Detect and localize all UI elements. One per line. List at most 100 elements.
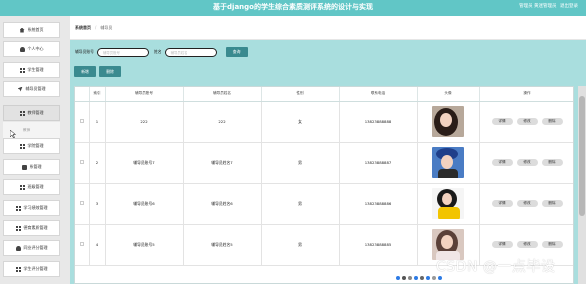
- detail-button[interactable]: 详情: [491, 241, 513, 248]
- cell-index: 1: [89, 101, 106, 143]
- top-header: 基于django的学生综合素质测评系统的设计与实现 管理员 黄迷管理员 退出登录: [0, 0, 586, 16]
- table-row: 3 辅导员账号6 辅导员姓名6 男 13823888886 详情 修改 删除: [75, 183, 573, 225]
- apps-icon[interactable]: [438, 276, 442, 280]
- cell-name: 辅导员姓名5: [183, 224, 262, 266]
- sidebar-item-home[interactable]: 系统首页: [3, 22, 60, 38]
- watermark: CSDN @一点毕设: [436, 259, 556, 275]
- name-input[interactable]: 辅导员姓名: [164, 47, 217, 57]
- grid-icon[interactable]: [426, 276, 430, 280]
- shirt-icon[interactable]: [432, 276, 436, 280]
- sidebar-item-counselors[interactable]: 辅导员管理: [3, 81, 60, 97]
- header-gender: 性别: [261, 87, 340, 102]
- sidebar-item-departments[interactable]: 系管理: [3, 159, 60, 175]
- account-input[interactable]: 辅导员账号: [96, 47, 149, 57]
- sidebar-item-moral-quality[interactable]: 德育素质管理: [3, 220, 60, 236]
- breadcrumb-separator: /: [95, 25, 97, 30]
- row-checkbox[interactable]: [75, 142, 90, 184]
- avatar: [432, 106, 464, 137]
- sidebar-item-classes[interactable]: 班级管理: [3, 179, 60, 195]
- cell-account: 辅导员账号7: [105, 142, 184, 184]
- breadcrumb-home[interactable]: 系统首页: [75, 25, 91, 31]
- person-icon: [19, 46, 25, 52]
- app-title: 基于django的学生综合素质测评系统的设计与实现: [213, 3, 373, 11]
- sidebar-item-label: 教师管理: [27, 110, 44, 115]
- cell-gender: 男: [261, 183, 340, 225]
- delete-button[interactable]: 删除: [541, 118, 563, 125]
- row-checkbox[interactable]: [75, 224, 90, 266]
- edit-button[interactable]: 修改: [516, 200, 538, 207]
- cell-phone: 13823888888: [339, 101, 418, 143]
- sidebar-item-label: 个人中心: [27, 46, 44, 51]
- detail-button[interactable]: 详情: [491, 159, 513, 166]
- sidebar-item-peer-rating[interactable]: 同业评分管理: [3, 240, 60, 256]
- grid-icon: [15, 205, 21, 211]
- sidebar-item-students[interactable]: 学生管理: [3, 62, 60, 78]
- row-checkbox[interactable]: [75, 183, 90, 225]
- cell-gender: 男: [261, 224, 340, 266]
- sidebar-item-label: 学生管理: [27, 67, 44, 72]
- submenu-label: 教师: [23, 127, 31, 132]
- action-bar: 新增 删除: [74, 66, 121, 77]
- cell-index: 3: [89, 183, 106, 225]
- cell-gender: 男: [261, 142, 340, 184]
- header-actions: 操作: [479, 87, 573, 102]
- sidebar-item-teachers[interactable]: 教师管理: [3, 105, 60, 121]
- cell-phone: 13823888885: [339, 224, 418, 266]
- search-button[interactable]: 查询: [225, 47, 248, 57]
- row-checkbox[interactable]: [75, 101, 90, 143]
- cell-name: 辅导员姓名7: [183, 142, 262, 184]
- detail-button[interactable]: 详情: [491, 200, 513, 207]
- cell-account: 辅导员账号5: [105, 224, 184, 266]
- edit-button[interactable]: 修改: [516, 159, 538, 166]
- cell-name: 辅导员姓名6: [183, 183, 262, 225]
- breadcrumb-current: 辅导员: [100, 24, 113, 30]
- grid-icon: [15, 266, 21, 272]
- cell-gender: 女: [261, 101, 340, 143]
- name-label: 姓名: [153, 49, 162, 54]
- logout-link[interactable]: 退出登录: [560, 4, 578, 9]
- add-button[interactable]: 新增: [74, 66, 96, 77]
- delete-button[interactable]: 删除: [541, 241, 563, 248]
- user-role: 管理员 黄迷管理员: [519, 4, 557, 9]
- sidebar-item-label: 学生评分管理: [23, 266, 48, 271]
- moon-icon[interactable]: [402, 276, 406, 280]
- data-table: 索引 辅导员账号 辅导员姓名 性别 联系电话 头像 操作 1 222 222 女…: [74, 86, 574, 284]
- mic-icon[interactable]: [420, 276, 424, 280]
- sidebar-item-label: 系管理: [29, 164, 42, 169]
- grid-icon: [19, 67, 25, 73]
- header-index: 索引: [89, 87, 106, 102]
- delete-button[interactable]: 删除: [541, 200, 563, 207]
- sidebar-item-study-performance[interactable]: 学习绩效管理: [3, 200, 60, 216]
- dot-icon[interactable]: [414, 276, 418, 280]
- cell-avatar: [417, 101, 480, 143]
- breadcrumb: 系统首页 / 辅导员: [70, 16, 586, 40]
- table-row: 1 222 222 女 13823888888 详情 修改 删除: [75, 101, 573, 143]
- account-label: 辅导员账号: [75, 49, 94, 54]
- cell-actions: 详情 修改 删除: [479, 101, 573, 143]
- person-icon: [15, 245, 21, 251]
- header-name: 辅导员姓名: [183, 87, 262, 102]
- delete-button[interactable]: 删除: [541, 159, 563, 166]
- cell-index: 2: [89, 142, 106, 184]
- scrollbar-thumb[interactable]: [579, 96, 585, 216]
- cell-phone: 13823888887: [339, 142, 418, 184]
- pen-icon[interactable]: [408, 276, 412, 280]
- s-icon[interactable]: [396, 276, 400, 280]
- edit-button[interactable]: 修改: [516, 241, 538, 248]
- sidebar-item-colleges[interactable]: 学院管理: [3, 138, 60, 154]
- cell-actions: 详情 修改 删除: [479, 142, 573, 184]
- bulk-delete-button[interactable]: 删除: [99, 66, 121, 77]
- sidebar-item-profile[interactable]: 个人中心: [3, 41, 60, 57]
- avatar: [432, 188, 464, 219]
- edit-button[interactable]: 修改: [516, 118, 538, 125]
- detail-button[interactable]: 详情: [491, 118, 513, 125]
- cell-phone: 13823888886: [339, 183, 418, 225]
- vertical-scrollbar[interactable]: [578, 86, 586, 284]
- table-row: 2 辅导员账号7 辅导员姓名7 男 13823888887 详情 修改 删除: [75, 142, 573, 184]
- plane-icon: [17, 86, 23, 92]
- sidebar-item-student-rating[interactable]: 学生评分管理: [3, 261, 60, 277]
- avatar: [432, 147, 464, 178]
- mouse-cursor-icon: [10, 130, 16, 138]
- cell-account: 222: [105, 101, 184, 143]
- sidebar: 系统首页 个人中心 学生管理 辅导员管理 教师管理 教师 学院管理 系管理 班级…: [0, 16, 70, 284]
